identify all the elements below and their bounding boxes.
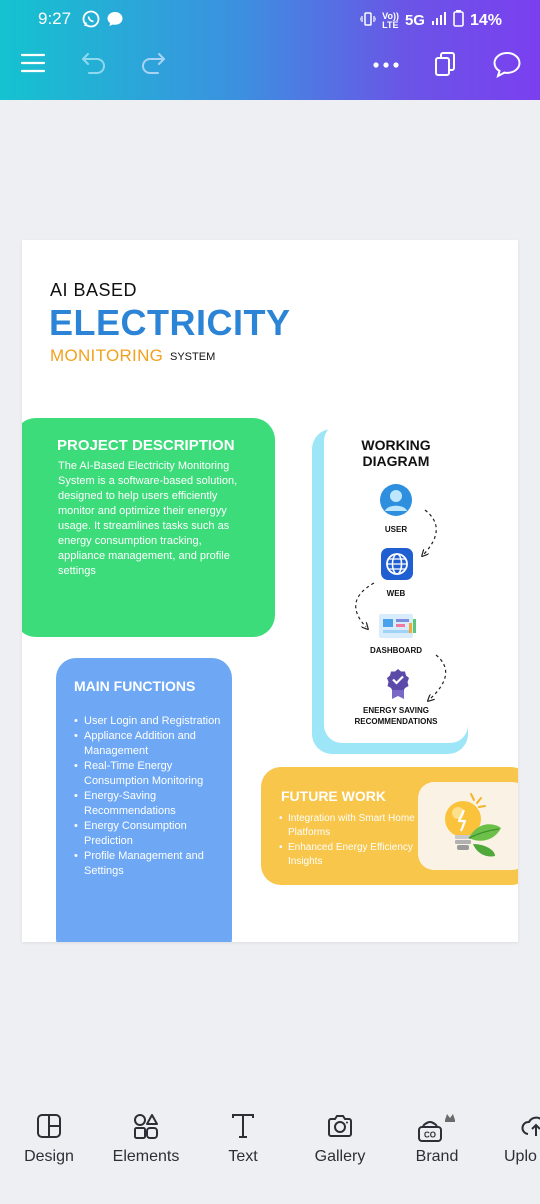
upload-cloud-icon — [521, 1116, 540, 1136]
menu-icon[interactable] — [20, 50, 46, 81]
nav-design-label: Design — [24, 1148, 74, 1165]
nav-uploads-label: Uplo — [504, 1148, 537, 1165]
list-item: Enhanced Energy Efficiency Insights — [278, 841, 423, 869]
status-right: Vo)) LTE 5G 14% — [359, 10, 502, 31]
status-bar: 9:27 Vo)) LTE 5G 14% — [0, 0, 540, 38]
list-item: Integration with Smart Home Platforms — [278, 812, 423, 840]
project-description-heading[interactable]: PROJECT DESCRIPTION — [57, 437, 235, 454]
nav-text[interactable]: Text — [203, 1112, 283, 1166]
battery-icon — [453, 10, 464, 31]
nav-elements-label: Elements — [112, 1148, 180, 1165]
text-icon — [232, 1114, 254, 1138]
elements-icon — [134, 1114, 158, 1139]
title-system[interactable]: SYSTEM — [170, 351, 215, 363]
bottom-navigation: Design Elements Text Gallery CO Brand Up… — [0, 1090, 540, 1204]
nav-gallery[interactable]: Gallery — [300, 1112, 380, 1166]
whatsapp-icon — [82, 10, 100, 33]
comment-icon[interactable] — [492, 50, 522, 83]
list-item: User Login and Registration — [74, 714, 234, 729]
list-item: Energy Consumption Prediction — [74, 819, 234, 849]
camera-icon — [328, 1115, 352, 1137]
title-ai-based[interactable]: AI BASED — [50, 280, 137, 301]
title-monitoring[interactable]: MONITORING — [50, 346, 163, 366]
brand-icon: CO — [418, 1114, 455, 1142]
working-diagram-card[interactable]: WORKING DIAGRAM USER WEB DASHBOARD ENERG… — [324, 423, 468, 743]
project-description-card[interactable]: PROJECT DESCRIPTION The AI-Based Electri… — [22, 418, 275, 637]
nav-brand-label: Brand — [415, 1148, 459, 1165]
future-work-list[interactable]: Integration with Smart Home Platforms En… — [278, 812, 423, 870]
nav-text-label: Text — [228, 1148, 258, 1165]
message-icon — [106, 10, 124, 33]
pages-icon[interactable] — [433, 50, 459, 83]
design-page[interactable]: AI BASED ELECTRICITY MONITORING SYSTEM P… — [22, 240, 518, 942]
undo-icon[interactable] — [80, 50, 108, 81]
main-functions-heading[interactable]: MAIN FUNCTIONS — [74, 678, 195, 694]
project-description-text[interactable]: The AI-Based Electricity Monitoring Syst… — [58, 459, 248, 579]
nav-gallery-label: Gallery — [314, 1148, 366, 1165]
list-item: Appliance Addition and Management — [74, 729, 234, 759]
diagram-arrows — [355, 509, 447, 743]
lightbulb-image-frame[interactable] — [418, 782, 518, 870]
battery-percent: 14% — [469, 11, 502, 29]
top-app-bar: 9:27 Vo)) LTE 5G 14% — [0, 0, 540, 100]
vibrate-icon — [359, 11, 377, 30]
status-time: 9:27 — [38, 9, 72, 28]
more-icon[interactable] — [372, 55, 400, 80]
main-functions-card[interactable]: MAIN FUNCTIONS User Login and Registrati… — [56, 658, 232, 942]
list-item: Profile Management and Settings — [74, 849, 234, 879]
design-icon — [37, 1114, 61, 1138]
main-functions-list[interactable]: User Login and Registration Appliance Ad… — [74, 714, 234, 879]
nav-uploads[interactable]: Uplo — [494, 1112, 540, 1166]
list-item: Energy-Saving Recommendations — [74, 789, 234, 819]
redo-icon[interactable] — [139, 50, 167, 81]
nav-brand[interactable]: CO Brand — [397, 1112, 477, 1166]
nav-elements[interactable]: Elements — [106, 1112, 186, 1166]
title-electricity[interactable]: ELECTRICITY — [49, 302, 291, 344]
network-label: Vo)) LTE — [382, 11, 399, 30]
lightbulb-leaf-icon — [445, 793, 501, 857]
nav-design[interactable]: Design — [9, 1112, 89, 1166]
future-work-heading[interactable]: FUTURE WORK — [281, 788, 386, 804]
network-type: 5G — [404, 12, 425, 29]
network-bottom: LTE — [382, 19, 399, 30]
svg-text:CO: CO — [424, 1131, 436, 1140]
list-item: Real-Time Energy Consumption Monitoring — [74, 759, 234, 789]
signal-icon — [431, 11, 447, 30]
